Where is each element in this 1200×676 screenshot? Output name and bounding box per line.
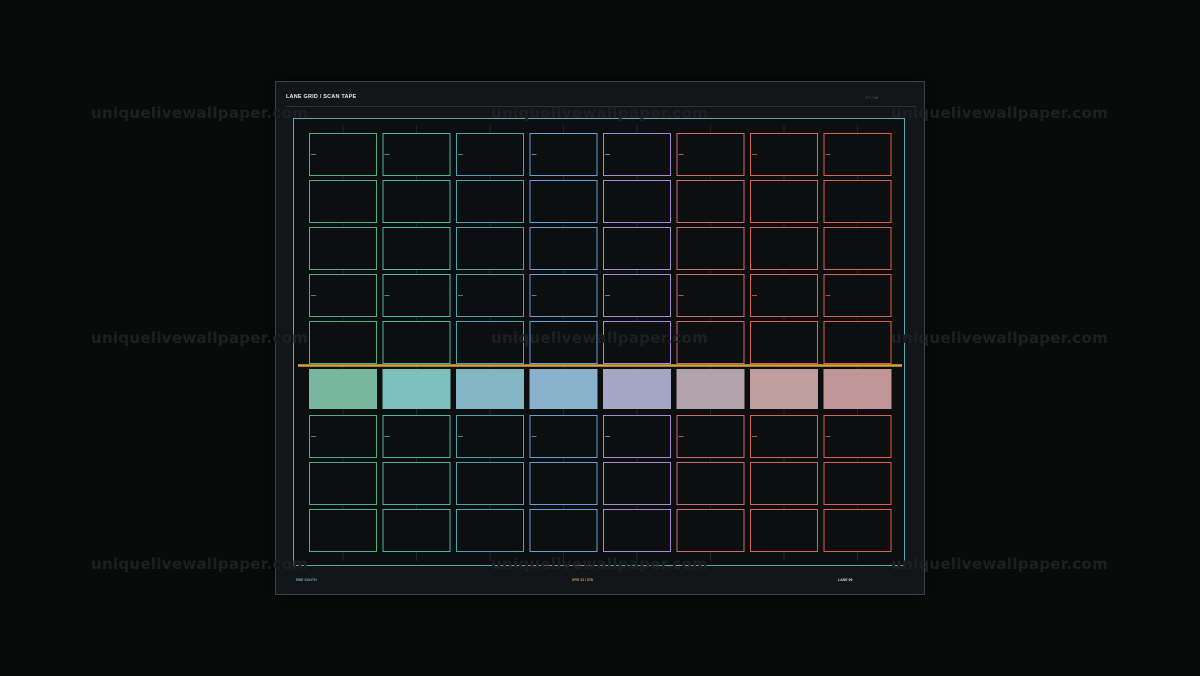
header-divider [286, 106, 916, 107]
grid-stage [293, 118, 905, 566]
grid-cell [676, 321, 745, 364]
grid-cell [823, 462, 892, 505]
grid-cell [382, 415, 451, 458]
grid-cell [823, 509, 892, 552]
grid-cell [603, 227, 671, 270]
grid-cell [529, 227, 598, 270]
grid-cell [309, 274, 377, 317]
highlighted-cell [382, 369, 451, 409]
grid-cell [603, 462, 671, 505]
grid-cell [382, 133, 451, 176]
grid-cell [676, 274, 745, 317]
highlighted-cell [750, 369, 818, 409]
grid-cell [529, 462, 598, 505]
footer-center-label: SPD 12 / 078 [572, 578, 593, 582]
grid-cell [456, 227, 524, 270]
grid-cell [750, 274, 818, 317]
grid-cell [309, 133, 377, 176]
grid-cell [823, 321, 892, 364]
grid-cell [676, 509, 745, 552]
grid-cell [456, 509, 524, 552]
lane-grid [298, 125, 902, 561]
grid-cell [456, 274, 524, 317]
grid-cell [529, 415, 598, 458]
grid-cell [309, 415, 377, 458]
grid-cell [823, 180, 892, 223]
grid-cell [456, 321, 524, 364]
grid-cell [750, 415, 818, 458]
grid-cell [309, 462, 377, 505]
grid-cell [382, 321, 451, 364]
grid-cell [603, 274, 671, 317]
grid-cell [750, 133, 818, 176]
grid-cell [823, 227, 892, 270]
grid-cell [309, 180, 377, 223]
footer-right-label: LANE 06 [838, 578, 853, 582]
grid-cell [823, 133, 892, 176]
grid-cell [603, 415, 671, 458]
grid-cell [603, 509, 671, 552]
grid-cell [823, 415, 892, 458]
grid-cell [823, 274, 892, 317]
grid-cell [676, 133, 745, 176]
grid-cell [309, 509, 377, 552]
footer-left-label: RBE SOUTH [296, 578, 317, 582]
grid-cell [529, 274, 598, 317]
grid-cell [603, 133, 671, 176]
lane-grid-panel: LANE GRID / SCAN TAPE F7 / 08 RBE SOUTH … [275, 81, 925, 595]
grid-cell [750, 227, 818, 270]
grid-cell [382, 509, 451, 552]
grid-cell [456, 415, 524, 458]
grid-cell [456, 133, 524, 176]
grid-cell [676, 227, 745, 270]
grid-cell [676, 180, 745, 223]
panel-meta: F7 / 08 [865, 95, 878, 100]
highlighted-cell [456, 369, 524, 409]
grid-cell [309, 321, 377, 364]
panel-title: LANE GRID / SCAN TAPE [286, 94, 357, 100]
highlighted-cell [309, 369, 377, 409]
grid-cell [456, 462, 524, 505]
grid-cell [750, 462, 818, 505]
grid-cell [529, 509, 598, 552]
grid-cell [529, 133, 598, 176]
highlighted-cell [529, 369, 598, 409]
grid-cell [750, 509, 818, 552]
grid-cell [309, 227, 377, 270]
grid-cell [603, 321, 671, 364]
highlighted-cell [676, 369, 745, 409]
highlighted-cell [603, 369, 671, 409]
grid-cell [382, 180, 451, 223]
grid-cell [676, 462, 745, 505]
grid-cell [382, 227, 451, 270]
grid-cell [382, 274, 451, 317]
grid-cell [529, 180, 598, 223]
grid-cell [529, 321, 598, 364]
grid-cell [603, 180, 671, 223]
grid-cell [382, 462, 451, 505]
grid-cell [456, 180, 524, 223]
grid-cell [750, 180, 818, 223]
grid-cell [750, 321, 818, 364]
grid-cell [676, 415, 745, 458]
highlighted-cell [823, 369, 892, 409]
